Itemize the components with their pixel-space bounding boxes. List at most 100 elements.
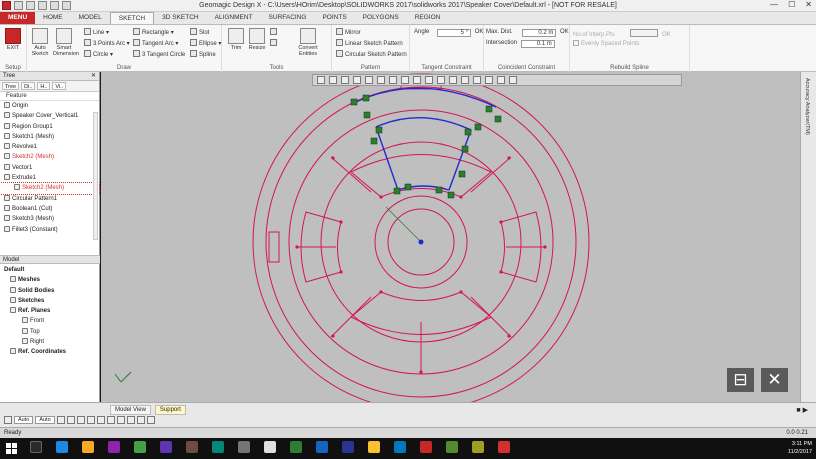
app-icon-6[interactable] xyxy=(290,441,302,453)
overlay-close-button[interactable]: ✕ xyxy=(761,368,788,392)
view-grid-icon[interactable] xyxy=(497,76,505,84)
view-brush-icon[interactable] xyxy=(449,76,457,84)
minimize-button[interactable]: — xyxy=(770,0,778,9)
linear-sketch-pattern-button[interactable]: Linear Sketch Pattern xyxy=(336,39,403,47)
circle-button[interactable]: Circle ▾ xyxy=(84,50,113,58)
tree-item-sketch2-child[interactable]: Sketch2 (Mesh) xyxy=(0,182,100,195)
tab-help[interactable]: H.. xyxy=(37,82,51,90)
app-icon-11[interactable] xyxy=(446,441,458,453)
view-pick-icon[interactable] xyxy=(473,76,481,84)
chrome-icon[interactable] xyxy=(134,441,146,453)
tab-3d-sketch[interactable]: 3D SKETCH xyxy=(154,12,206,24)
tab-surfacing[interactable]: SURFACING xyxy=(261,12,315,24)
solidworks-icon[interactable] xyxy=(420,441,432,453)
three-tangent-circle-button[interactable]: 3 Tangent Circle xyxy=(133,50,185,58)
select-face-icon[interactable] xyxy=(76,416,85,424)
sketch-canvas[interactable] xyxy=(101,72,800,402)
select-curve-icon[interactable] xyxy=(116,416,125,424)
filter-select-1[interactable]: Auto xyxy=(14,416,34,424)
tab-points[interactable]: POINTS xyxy=(314,12,354,24)
select-point-icon[interactable] xyxy=(106,416,115,424)
tree-item-extrude1[interactable]: Extrude1 xyxy=(0,173,99,183)
app-icon-1[interactable] xyxy=(108,441,120,453)
app-icon-5[interactable] xyxy=(238,441,250,453)
spline-button[interactable]: Spline xyxy=(190,50,216,58)
model-item-ref-planes[interactable]: Ref. Planes xyxy=(0,306,100,316)
view-snap-icon[interactable] xyxy=(485,76,493,84)
select-sketch-icon[interactable] xyxy=(126,416,135,424)
view-shade-icon[interactable] xyxy=(353,76,361,84)
3d-viewport[interactable] xyxy=(101,72,800,402)
view-select-icon[interactable] xyxy=(401,76,409,84)
tree-item-boolean1[interactable]: Boolean1 (Cut) xyxy=(0,204,99,214)
geomagic-icon[interactable] xyxy=(498,441,510,453)
line-button[interactable]: Line ▾ xyxy=(84,28,109,36)
tree-panel-close-icon[interactable]: ✕ xyxy=(91,72,96,81)
start-button[interactable] xyxy=(6,443,17,454)
app-icon-2[interactable] xyxy=(160,441,172,453)
view-rect-select-icon[interactable] xyxy=(437,76,445,84)
model-item-right[interactable]: Right xyxy=(0,337,100,347)
view-lasso-icon[interactable] xyxy=(425,76,433,84)
tree-item-circular-pattern1[interactable]: Circular Pattern1 xyxy=(0,194,99,204)
tab-model[interactable]: MODEL xyxy=(71,12,110,24)
tab-support[interactable]: Support xyxy=(154,405,186,415)
view-home-icon[interactable] xyxy=(317,76,325,84)
extend-tool-button[interactable] xyxy=(270,39,279,47)
select-vertex-icon[interactable] xyxy=(96,416,105,424)
select-body-icon[interactable] xyxy=(66,416,75,424)
task-view-icon[interactable] xyxy=(30,441,42,453)
system-tray[interactable]: 3:11 PM 11/2/2017 xyxy=(788,440,812,456)
app-icon-9[interactable] xyxy=(368,441,380,453)
view-paint-icon[interactable] xyxy=(461,76,469,84)
view-filter-icon[interactable] xyxy=(413,76,421,84)
angle-ok-button[interactable]: OK xyxy=(475,29,484,35)
tree-item-vector1[interactable]: Vector1 xyxy=(0,163,99,173)
app-icon-3[interactable] xyxy=(186,441,198,453)
three-points-arc-button[interactable]: 3 Points Arc ▾ xyxy=(84,39,130,47)
filter-select-2[interactable]: Auto xyxy=(35,416,55,424)
model-item-sketches[interactable]: Sketches xyxy=(0,296,100,306)
view-wireframe-icon[interactable] xyxy=(365,76,373,84)
select-plane-icon[interactable] xyxy=(136,416,145,424)
model-item-front[interactable]: Front xyxy=(0,316,100,326)
auto-sketch-button[interactable]: Auto Sketch xyxy=(29,28,51,57)
offset-tool-button[interactable] xyxy=(270,28,279,36)
select-mode-icon[interactable] xyxy=(4,416,12,424)
max-dist-ok-button[interactable]: OK xyxy=(560,29,569,35)
model-item-default[interactable]: Default xyxy=(0,265,100,275)
tab-model-view[interactable]: Model View xyxy=(110,405,151,415)
app-icon-8[interactable] xyxy=(342,441,354,453)
tab-view[interactable]: Vi.. xyxy=(52,82,67,90)
slot-button[interactable]: Slot xyxy=(190,28,209,36)
edge-browser-icon[interactable] xyxy=(56,441,68,453)
smart-dimension-button[interactable]: Smart Dimension xyxy=(53,28,79,57)
select-all-icon[interactable] xyxy=(56,416,65,424)
tree-item-sketch2[interactable]: Sketch2 (Mesh) xyxy=(0,152,99,162)
tab-display[interactable]: Di.. xyxy=(21,82,36,90)
tab-menu[interactable]: MENU xyxy=(0,12,36,24)
view-fit-icon[interactable] xyxy=(329,76,337,84)
evenly-spaced-checkbox[interactable] xyxy=(573,40,579,46)
view-iso-icon[interactable] xyxy=(389,76,397,84)
circular-sketch-pattern-button[interactable]: Circular Sketch Pattern xyxy=(336,50,407,58)
intersection-input[interactable]: 0.1 m xyxy=(520,40,555,48)
app-icon-10[interactable] xyxy=(394,441,406,453)
angle-input[interactable]: 5 ° xyxy=(437,29,472,37)
view-section-icon[interactable] xyxy=(377,76,385,84)
tab-tree[interactable]: Tree xyxy=(2,82,20,90)
app-icon-7[interactable] xyxy=(316,441,328,453)
nav-play-icon[interactable]: ▶ xyxy=(803,407,808,414)
ellipse-button[interactable]: Ellipse ▾ xyxy=(190,39,221,47)
file-explorer-icon[interactable] xyxy=(82,441,94,453)
calculator-icon[interactable] xyxy=(264,441,276,453)
tab-sketch[interactable]: SKETCH xyxy=(109,12,155,24)
model-item-ref-coordinates[interactable]: Ref. Coordinates xyxy=(0,347,100,357)
mirror-button[interactable]: Mirror xyxy=(336,28,361,36)
resize-button[interactable]: Resize xyxy=(246,28,268,51)
app-icon-4[interactable] xyxy=(212,441,224,453)
tree-item-fillet3[interactable]: Fillet3 (Constant) xyxy=(0,225,99,235)
nav-stop-icon[interactable]: ■ xyxy=(796,407,800,414)
overlay-accept-button[interactable]: ⊟ xyxy=(727,368,754,392)
view-option-icon[interactable] xyxy=(509,76,517,84)
